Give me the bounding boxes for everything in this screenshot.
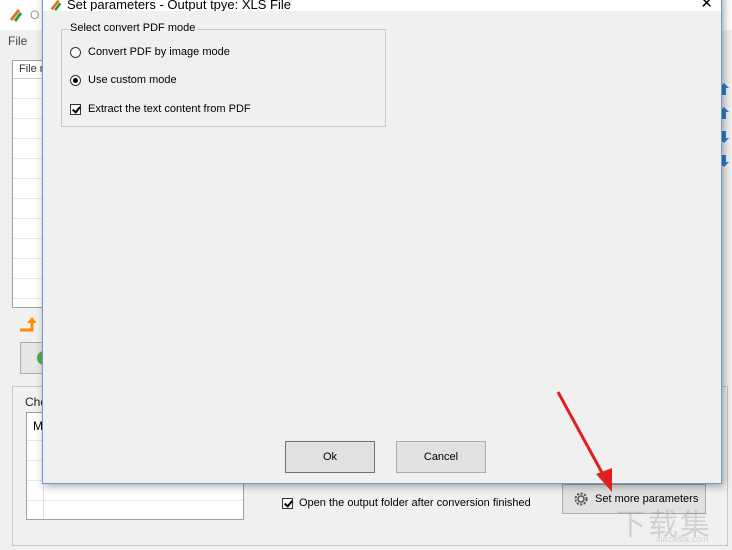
app-icon: [9, 9, 23, 22]
checkbox-extract-text[interactable]: [70, 104, 81, 115]
dialog-title-bar: Set parameters - Output tpye: XLS File ✕: [43, 0, 721, 12]
radio-custom-mode[interactable]: [70, 75, 81, 86]
set-parameters-dialog: Set parameters - Output tpye: XLS File ✕…: [42, 0, 722, 484]
radio-image-mode[interactable]: [70, 47, 81, 58]
open-folder-label: Open the output folder after conversion …: [299, 497, 531, 509]
menu-file[interactable]: File: [8, 34, 27, 48]
ok-button[interactable]: Ok: [285, 441, 375, 473]
watermark-sub: xiazaiba.com: [656, 534, 709, 544]
cancel-button[interactable]: Cancel: [396, 441, 486, 473]
open-folder-checkbox[interactable]: [282, 498, 293, 509]
option-label: Extract the text content from PDF: [88, 103, 251, 115]
annotation-arrow-icon: [556, 391, 612, 492]
watermark: 下载集 xiazaiba.com: [616, 500, 724, 546]
main-title: O: [30, 8, 40, 22]
divider: [27, 500, 243, 501]
up-arrow-icon[interactable]: [18, 316, 36, 332]
convert-mode-group: Select convert PDF mode Convert PDF by i…: [61, 22, 386, 127]
option-label: Convert PDF by image mode: [88, 46, 230, 58]
option-label: Use custom mode: [88, 74, 177, 86]
convert-mode-legend: Select convert PDF mode: [68, 22, 198, 34]
